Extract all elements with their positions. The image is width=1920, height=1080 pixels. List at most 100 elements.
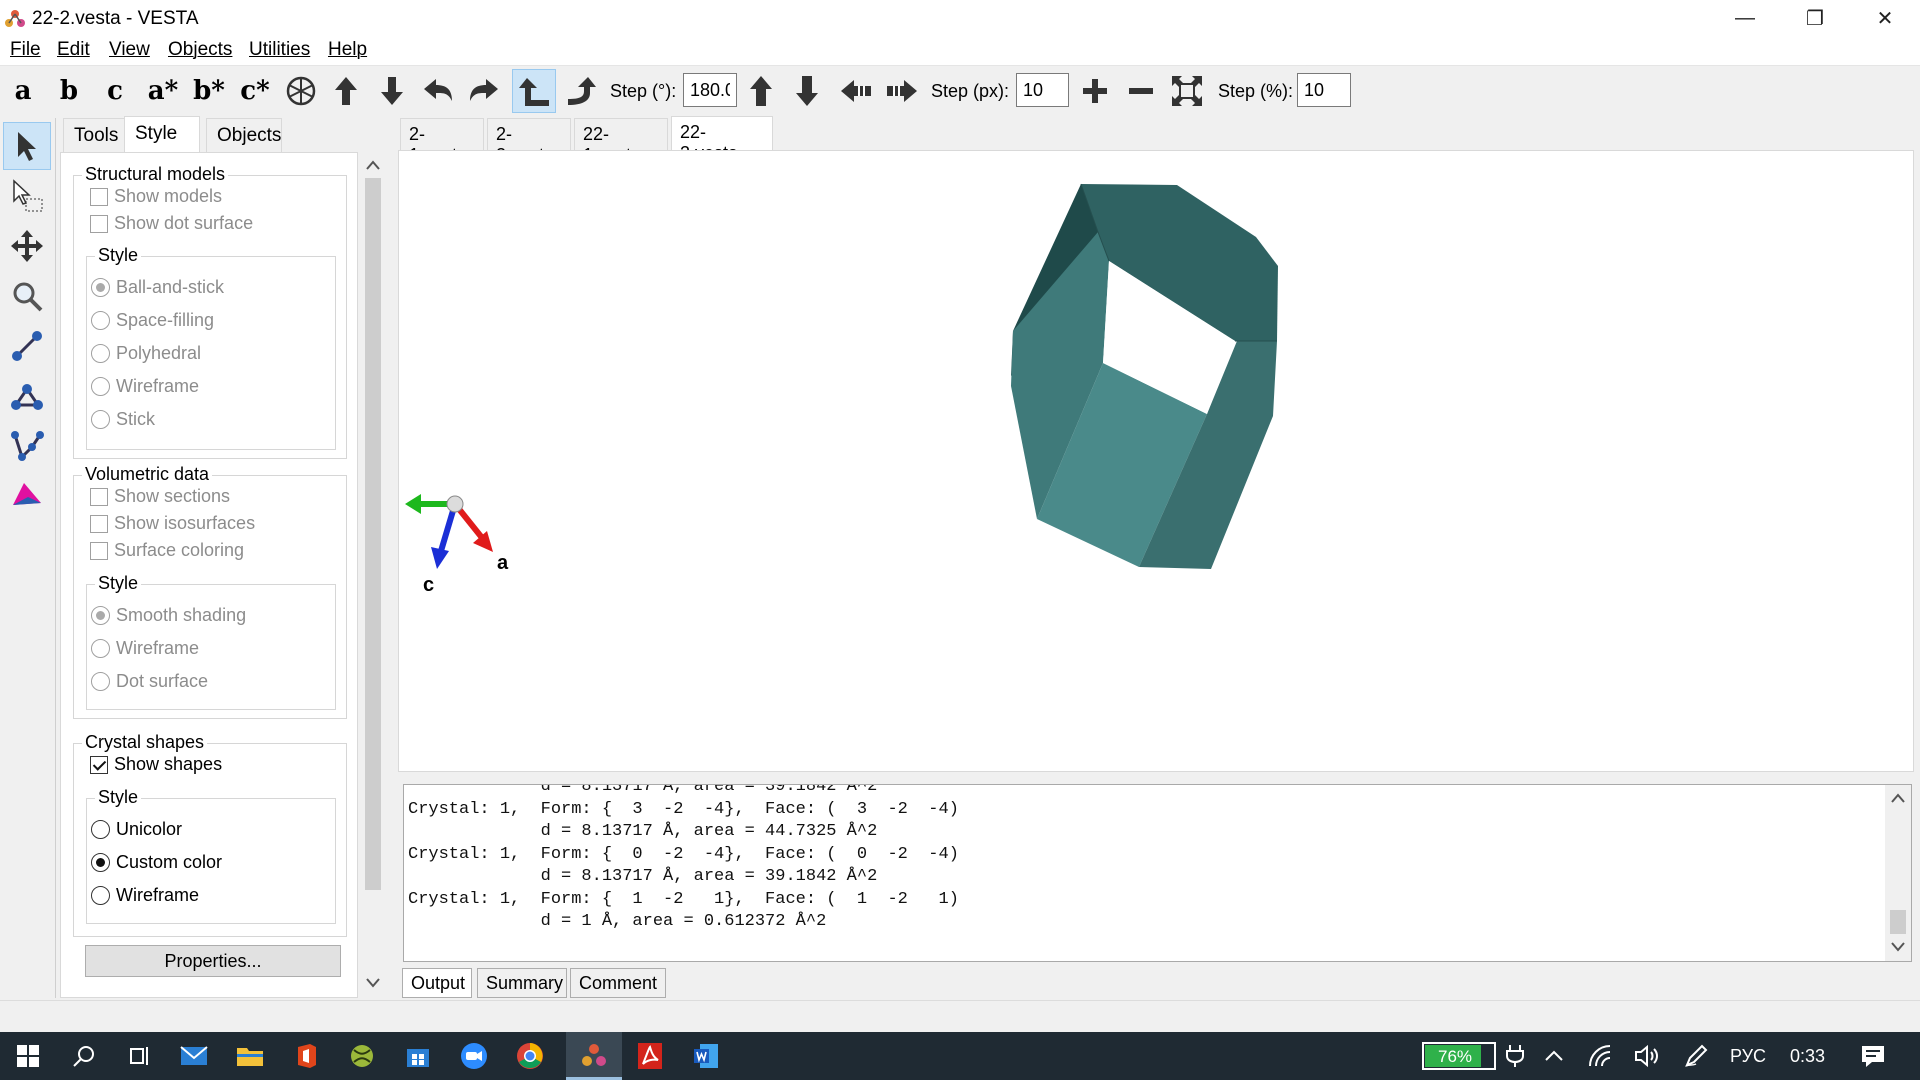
store-app[interactable] <box>390 1032 446 1080</box>
angle-tool[interactable] <box>3 372 51 420</box>
xbox-app[interactable] <box>334 1032 390 1080</box>
custom-color-radio[interactable]: Custom color <box>91 852 222 873</box>
search-button[interactable] <box>56 1032 112 1080</box>
tab-summary[interactable]: Summary <box>477 968 567 998</box>
distance-tool[interactable] <box>3 322 51 370</box>
view-along-b-button[interactable]: b <box>56 71 82 111</box>
region-select-tool[interactable] <box>3 172 51 220</box>
restore-button[interactable]: ❐ <box>1780 0 1850 36</box>
word-app[interactable] <box>678 1032 734 1080</box>
view-along-a-star-button[interactable]: a* <box>146 71 180 111</box>
space-filling-radio[interactable]: Space-filling <box>91 310 214 331</box>
step-up-icon[interactable] <box>743 73 779 109</box>
show-shapes-checkbox[interactable]: Show shapes <box>90 754 222 775</box>
rotate-ccw-button[interactable] <box>512 69 556 113</box>
show-sections-checkbox[interactable]: Show sections <box>90 486 230 507</box>
zoom-out-icon[interactable] <box>1123 73 1159 109</box>
properties-button[interactable]: Properties... <box>85 945 341 977</box>
mail-app[interactable] <box>166 1032 222 1080</box>
tab-objects[interactable]: Objects <box>206 118 282 152</box>
chrome-app[interactable] <box>502 1032 558 1080</box>
step-down-icon[interactable] <box>789 73 825 109</box>
volumetric-wireframe-radio[interactable]: Wireframe <box>91 638 199 659</box>
smooth-shading-radio[interactable]: Smooth shading <box>91 605 246 626</box>
pen-icon[interactable] <box>1684 1044 1708 1068</box>
rotate-up-icon[interactable] <box>328 73 364 109</box>
crystal-wireframe-radio[interactable]: Wireframe <box>91 885 199 906</box>
battery-indicator[interactable]: 76% <box>1422 1042 1496 1070</box>
output-scroll-up-icon[interactable] <box>1891 793 1905 803</box>
magnify-tool[interactable] <box>3 272 51 320</box>
show-isosurfaces-checkbox[interactable]: Show isosurfaces <box>90 513 255 534</box>
surface-coloring-checkbox[interactable]: Surface coloring <box>90 540 244 561</box>
view-along-a-button[interactable]: a <box>10 71 36 111</box>
panel-scroll-thumb[interactable] <box>365 178 381 890</box>
output-scrollbar[interactable] <box>1885 785 1911 961</box>
select-tool[interactable] <box>3 122 51 170</box>
menu-file[interactable]: File <box>10 39 41 61</box>
zoom-in-icon[interactable] <box>1077 73 1113 109</box>
stick-radio[interactable]: Stick <box>91 409 155 430</box>
volume-icon[interactable] <box>1634 1044 1660 1068</box>
acrobat-app[interactable] <box>622 1032 678 1080</box>
polyhedron-view-icon[interactable] <box>283 73 319 109</box>
lattice-plane-tool[interactable] <box>3 472 51 520</box>
tab-tools[interactable]: Tools <box>63 118 125 152</box>
unicolor-radio[interactable]: Unicolor <box>91 819 182 840</box>
close-button[interactable]: ✕ <box>1850 0 1920 36</box>
scroll-up-icon[interactable] <box>366 160 380 170</box>
scroll-down-icon[interactable] <box>366 978 380 988</box>
network-icon[interactable] <box>1588 1044 1614 1068</box>
step-pct-input[interactable] <box>1297 73 1351 107</box>
office-app[interactable] <box>278 1032 334 1080</box>
pan-right-icon[interactable] <box>884 73 920 109</box>
fit-to-screen-icon[interactable] <box>1169 73 1205 109</box>
translate-tool[interactable] <box>3 222 51 270</box>
vesta-app[interactable] <box>566 1032 622 1080</box>
menu-objects[interactable]: Objects <box>168 39 232 61</box>
menu-help[interactable]: Help <box>328 39 367 61</box>
tab-doc-2-1[interactable]: 2-1.vesta <box>400 118 484 165</box>
power-plug-icon[interactable] <box>1506 1044 1524 1068</box>
clock[interactable]: 0:33 <box>1790 1046 1825 1067</box>
dot-surface-radio[interactable]: Dot surface <box>91 671 208 692</box>
tab-doc-2-2[interactable]: 2-2.vesta <box>487 118 571 165</box>
zoom-app[interactable] <box>446 1032 502 1080</box>
output-textbox[interactable]: d = 8.13717 Å, area = 39.1842 Å^2 Crysta… <box>403 784 1912 962</box>
step-deg-input[interactable] <box>683 73 737 107</box>
ball-and-stick-radio[interactable]: Ball-and-stick <box>91 277 224 298</box>
task-view-button[interactable] <box>112 1032 168 1080</box>
notifications-icon[interactable] <box>1860 1044 1886 1068</box>
view-along-c-star-button[interactable]: c* <box>238 71 272 111</box>
view-along-b-star-button[interactable]: b* <box>192 71 226 111</box>
rotate-cw-icon[interactable] <box>562 73 598 109</box>
start-button[interactable] <box>0 1032 56 1080</box>
wireframe-radio[interactable]: Wireframe <box>91 376 199 397</box>
minimize-button[interactable]: — <box>1710 0 1780 36</box>
file-explorer-app[interactable] <box>222 1032 278 1080</box>
step-px-input[interactable] <box>1016 73 1069 107</box>
view-along-c-button[interactable]: c <box>102 71 128 111</box>
polyhedral-radio[interactable]: Polyhedral <box>91 343 201 364</box>
menu-view[interactable]: View <box>109 39 150 61</box>
rotate-right-icon[interactable] <box>466 73 502 109</box>
structure-viewport[interactable]: b a c <box>385 150 1914 772</box>
rotate-down-icon[interactable] <box>374 73 410 109</box>
tab-comment[interactable]: Comment <box>570 968 666 998</box>
output-scroll-thumb[interactable] <box>1890 910 1906 934</box>
pan-left-icon[interactable] <box>838 73 874 109</box>
rotate-left-icon[interactable] <box>420 73 456 109</box>
panel-scrollbar[interactable] <box>360 152 386 998</box>
tab-doc-22-2[interactable]: 22-2.vesta <box>671 116 773 163</box>
tab-doc-22-1[interactable]: 22-1.vesta <box>574 118 668 165</box>
output-scroll-down-icon[interactable] <box>1891 942 1905 952</box>
input-language[interactable]: РУС <box>1730 1046 1766 1067</box>
show-hidden-icons-icon[interactable] <box>1544 1048 1564 1062</box>
dihedral-tool[interactable] <box>3 422 51 470</box>
tab-output[interactable]: Output <box>402 968 472 998</box>
menu-edit[interactable]: Edit <box>57 39 90 61</box>
show-models-checkbox[interactable]: Show models <box>90 186 222 207</box>
menu-utilities[interactable]: Utilities <box>249 39 310 61</box>
show-dot-surface-checkbox[interactable]: Show dot surface <box>90 213 253 234</box>
tab-style[interactable]: Style <box>124 116 200 152</box>
